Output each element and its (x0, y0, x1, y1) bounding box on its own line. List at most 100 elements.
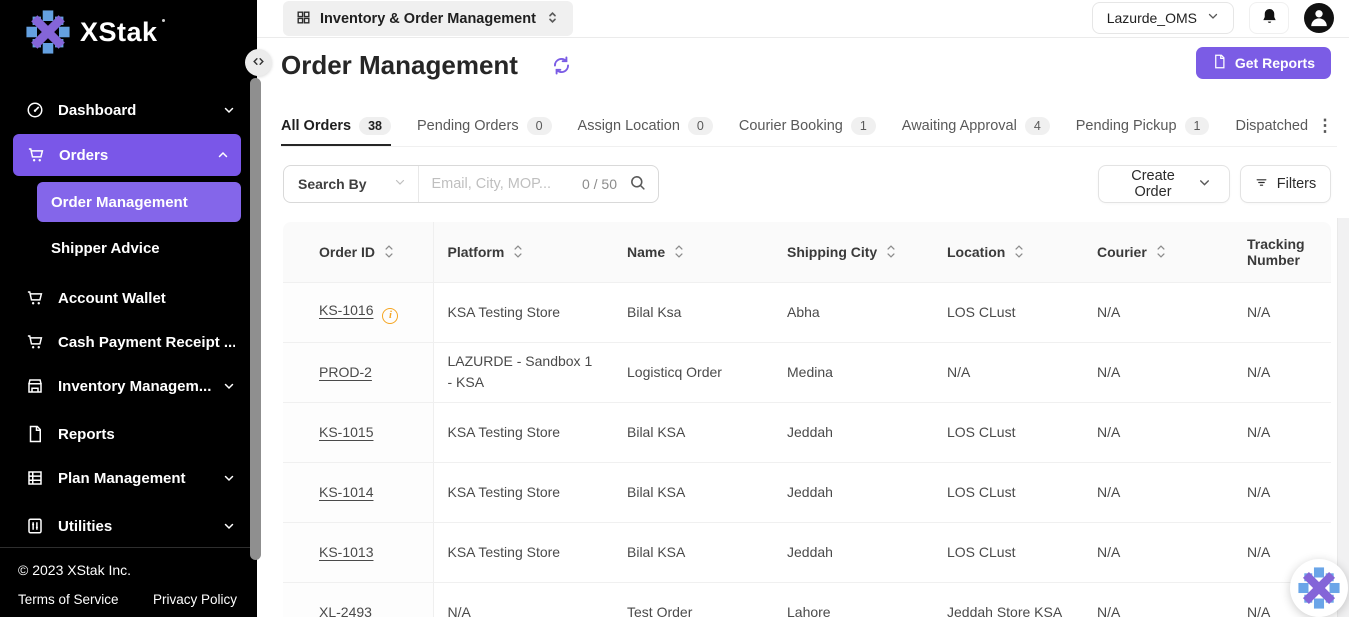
location-cell: LOS CLust (933, 522, 1083, 582)
refresh-icon (551, 64, 572, 79)
main-content: Inventory & Order Management Lazurde_OMS (257, 0, 1349, 617)
tab-count-badge: 1 (1185, 117, 1210, 135)
sort-icon[interactable] (886, 244, 896, 259)
search-submit-button[interactable] (627, 174, 658, 194)
person-icon (1308, 6, 1330, 33)
column-header-name[interactable]: Name (613, 222, 773, 282)
shipping-city-cell: Jeddah (773, 402, 933, 462)
get-reports-label: Get Reports (1235, 55, 1315, 71)
tab-awaiting-approval[interactable]: Awaiting Approval 4 (902, 105, 1050, 146)
document-icon (26, 425, 44, 443)
platform-cell: KSA Testing Store (433, 282, 613, 342)
column-label: Platform (448, 244, 505, 260)
tab-courier-booking[interactable]: Courier Booking 1 (739, 105, 876, 146)
sidebar-item-plan-management[interactable]: Plan Management (0, 456, 257, 500)
search-bar: Search By 0 / 50 (283, 165, 659, 203)
column-header-platform[interactable]: Platform (433, 222, 613, 282)
create-order-button[interactable]: Create Order (1098, 165, 1230, 203)
sort-icon[interactable] (513, 244, 523, 259)
sidebar-scrollbar[interactable] (250, 78, 261, 560)
tab-pending-pickup[interactable]: Pending Pickup 1 (1076, 105, 1210, 146)
courier-cell: N/A (1083, 462, 1233, 522)
sidebar-item-order-management[interactable]: Order Management (37, 182, 241, 222)
sidebar-item-shipper-advice[interactable]: Shipper Advice (37, 228, 241, 268)
refresh-button[interactable] (549, 55, 573, 79)
sidebar: XStak Dashboard Orders (0, 0, 257, 617)
order-id-link[interactable]: KS-1016 (319, 302, 373, 318)
app-switcher-dropdown[interactable]: Inventory & Order Management (283, 1, 573, 36)
tab-pending-orders[interactable]: Pending Orders 0 (417, 105, 552, 146)
sidebar-item-reports[interactable]: Reports (0, 412, 257, 456)
column-header-shipping-city[interactable]: Shipping City (773, 222, 933, 282)
sidebar-item-utilities[interactable]: Utilities (0, 504, 257, 548)
sliders-icon (26, 517, 44, 535)
sort-icon[interactable] (674, 244, 684, 259)
search-input[interactable] (419, 176, 581, 192)
order-id-link[interactable]: XL-2493 (319, 604, 372, 617)
chevron-down-icon (223, 472, 235, 484)
column-header-order-id[interactable]: Order ID (283, 222, 433, 282)
sidebar-item-label: Inventory Managem... (58, 378, 223, 395)
column-header-courier[interactable]: Courier (1083, 222, 1233, 282)
order-id-link[interactable]: KS-1014 (319, 484, 373, 500)
sidebar-collapse-button[interactable] (245, 49, 272, 76)
sidebar-item-dashboard[interactable]: Dashboard (0, 88, 257, 132)
tab-label: Assign Location (578, 118, 680, 134)
name-cell: Test Order (613, 582, 773, 617)
shipping-city-cell: Jeddah (773, 462, 933, 522)
column-header-location[interactable]: Location (933, 222, 1083, 282)
table-row[interactable]: PROD-2 LAZURDE - Sandbox 1 - KSA Logisti… (283, 342, 1331, 402)
column-label: Courier (1097, 244, 1147, 260)
table-header-row: Order ID Platform Name Shipping City Loc… (283, 222, 1331, 282)
get-reports-button[interactable]: Get Reports (1196, 47, 1331, 79)
chevron-down-icon (223, 380, 235, 392)
xstak-asterisk-icon (1298, 567, 1340, 609)
sidebar-item-inventory-management[interactable]: Inventory Managem... (0, 364, 257, 408)
notifications-button[interactable] (1249, 2, 1289, 34)
courier-cell: N/A (1083, 402, 1233, 462)
cart-icon (27, 146, 45, 164)
sort-icon[interactable] (1156, 244, 1166, 259)
search-by-dropdown[interactable]: Search By (284, 166, 419, 202)
table-row[interactable]: KS-1016i KSA Testing Store Bilal Ksa Abh… (283, 282, 1331, 342)
sort-icon[interactable] (1014, 244, 1024, 259)
sort-icon[interactable] (384, 244, 394, 259)
terms-of-service-link[interactable]: Terms of Service (18, 592, 119, 607)
courier-cell: N/A (1083, 582, 1233, 617)
name-cell: Logisticq Order (613, 342, 773, 402)
more-tabs-button[interactable]: ⋮ (1313, 113, 1337, 139)
filters-button[interactable]: Filters (1240, 165, 1331, 203)
workspace-dropdown[interactable]: Lazurde_OMS (1092, 2, 1234, 34)
info-icon[interactable]: i (382, 308, 398, 324)
order-id-link[interactable]: KS-1013 (319, 544, 373, 560)
bell-icon (1260, 7, 1279, 29)
tab-all-orders[interactable]: All Orders 38 (281, 105, 391, 146)
tab-assign-location[interactable]: Assign Location 0 (578, 105, 713, 146)
order-id-link[interactable]: KS-1015 (319, 424, 373, 440)
tab-count-badge: 4 (1025, 117, 1050, 135)
filter-row: Search By 0 / 50 Create Order (257, 165, 1349, 203)
xstak-chat-widget-button[interactable] (1290, 559, 1348, 617)
table-row[interactable]: KS-1015 KSA Testing Store Bilal KSA Jedd… (283, 402, 1331, 462)
user-avatar[interactable] (1304, 3, 1334, 33)
table-row[interactable]: KS-1013 KSA Testing Store Bilal KSA Jedd… (283, 522, 1331, 582)
sidebar-item-account-wallet[interactable]: Account Wallet (0, 276, 257, 320)
tab-dispatched[interactable]: Dispatched 0 (1235, 105, 1311, 146)
page-scrollbar[interactable] (1337, 218, 1349, 617)
sidebar-menu: Dashboard Orders Order Management Shippe… (0, 88, 257, 548)
sidebar-footer: © 2023 XStak Inc. Terms of Service Priva… (0, 547, 257, 617)
privacy-policy-link[interactable]: Privacy Policy (153, 592, 237, 607)
app-switcher-label: Inventory & Order Management (320, 11, 536, 27)
table-row[interactable]: XL-2493 N/A Test Order Lahore Jeddah Sto… (283, 582, 1331, 617)
chevron-up-icon (217, 149, 229, 161)
sidebar-item-label: Orders (59, 147, 217, 164)
table-row[interactable]: KS-1014 KSA Testing Store Bilal KSA Jedd… (283, 462, 1331, 522)
storefront-icon (26, 377, 44, 395)
sidebar-item-cash-payment-receipt[interactable]: Cash Payment Receipt ... (0, 320, 257, 364)
order-id-link[interactable]: PROD-2 (319, 364, 372, 380)
platform-cell: LAZURDE - Sandbox 1 - KSA (433, 342, 613, 402)
app-window: XStak Dashboard Orders (0, 0, 1349, 617)
sidebar-item-orders[interactable]: Orders (13, 134, 241, 176)
platform-cell: KSA Testing Store (433, 522, 613, 582)
tab-count-badge: 1 (851, 117, 876, 135)
